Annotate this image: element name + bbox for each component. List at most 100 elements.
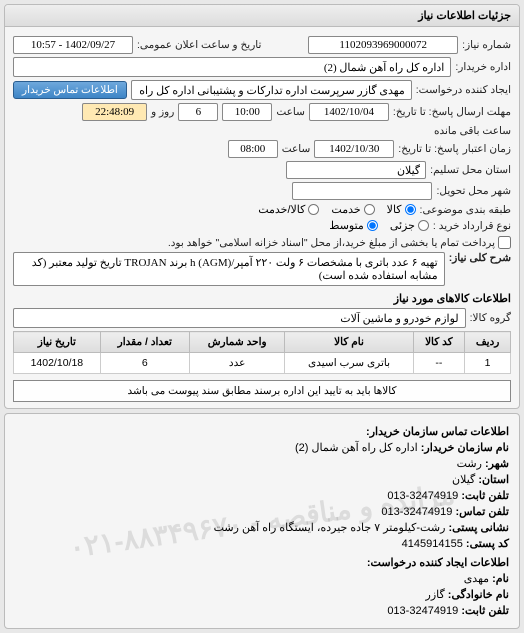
radio-service-label: خدمت <box>331 203 360 216</box>
goods-group-field[interactable] <box>13 308 466 328</box>
province-label: استان محل تسلیم: <box>430 164 511 176</box>
org-name-value: اداره کل راه آهن شمال (2) <box>295 442 418 454</box>
contact-fax: تلفن تماس: 32474919-013 <box>15 505 509 518</box>
row-need-number: شماره نیاز: تاریخ و ساعت اعلان عمومی: <box>13 36 511 54</box>
purchase-radio-group: جزئی متوسط <box>329 219 429 232</box>
radio-small-input[interactable] <box>418 220 429 231</box>
cell-code: -- <box>413 353 465 374</box>
req-name-value: مهدی <box>464 573 489 585</box>
contact-phone-label: تلفن ثابت: <box>461 490 509 502</box>
row-requester: ایجاد کننده درخواست: اطلاعات تماس خریدار <box>13 80 511 100</box>
row-purchase-agree: نوع قرارداد خرید : جزئی متوسط پرداخت تما… <box>13 219 511 249</box>
contact-buyer-button[interactable]: اطلاعات تماس خریدار <box>13 81 127 99</box>
th-qty: تعداد / مقدار <box>100 332 189 353</box>
panel-title: جزئیات اطلاعات نیاز <box>5 5 519 27</box>
purchase-note-text: پرداخت تمام یا بخشی از مبلغ خرید،از محل … <box>168 237 495 249</box>
day-and-label: روز و <box>151 106 174 118</box>
req-name-label: نام: <box>492 573 509 585</box>
radio-medium-input[interactable] <box>367 220 378 231</box>
purchase-note-checkbox[interactable] <box>498 236 511 249</box>
radio-service[interactable]: خدمت <box>331 203 374 216</box>
buyer-org-field[interactable] <box>13 57 451 77</box>
goods-group-label: گروه کالا: <box>470 312 511 324</box>
purchase-note-check[interactable]: پرداخت تمام یا بخشی از مبلغ خرید،از محل … <box>168 236 511 249</box>
contact-postcode-label: کد پستی: <box>466 538 509 550</box>
need-number-field[interactable] <box>308 36 458 54</box>
row-goods-group: گروه کالا: <box>13 308 511 328</box>
validity-date-field[interactable] <box>314 140 394 158</box>
deadline-date-field[interactable] <box>309 103 389 121</box>
contact-province-value: گیلان <box>452 474 475 486</box>
note-box: کالاها باید به تایید این اداره برسند مطا… <box>13 380 511 402</box>
row-deadline: مهلت ارسال پاسخ: تا تاریخ: ساعت روز و سا… <box>13 103 511 137</box>
contact-postal-label: نشانی پستی: <box>448 522 509 534</box>
contact-city-label: شهر: <box>485 458 509 470</box>
deadline-time-field[interactable] <box>222 103 272 121</box>
contact-org: نام سازمان خریدار: اداره کل راه آهن شمال… <box>15 441 509 454</box>
req-family-value: گازر <box>426 589 445 601</box>
radio-medium[interactable]: متوسط <box>329 219 378 232</box>
contact-section: ۰۲۱-۸۸۳۴۹۶۷۰ - مزایده و مناقصه اطلاعات ت… <box>4 413 520 629</box>
budget-radio-group: کالا خدمت کالا/خدمت <box>258 203 415 216</box>
remaining-label: ساعت باقی مانده <box>434 125 511 137</box>
req-phone-label: تلفن ثابت: <box>461 605 509 617</box>
requester-label: ایجاد کننده درخواست: <box>416 84 511 96</box>
row-general-title: شرح کلی نیاز: تهیه ۶ عدد باتری با مشخصات… <box>13 252 511 286</box>
general-title-field[interactable]: تهیه ۶ عدد باتری با مشخصات ۶ ولت ۲۲۰ آمپ… <box>13 252 445 286</box>
buyer-org-label: اداره خریدار: <box>455 61 511 73</box>
radio-service-input[interactable] <box>364 204 375 215</box>
th-date: تاریخ نیاز <box>14 332 101 353</box>
org-name-label: نام سازمان خریدار: <box>421 442 509 454</box>
cell-date: 1402/10/18 <box>14 353 101 374</box>
cell-name: باتری سرب اسیدی <box>285 353 413 374</box>
deadline-label: مهلت ارسال پاسخ: تا تاریخ: <box>393 106 511 118</box>
days-remaining-field[interactable] <box>178 103 218 121</box>
radio-medium-label: متوسط <box>329 219 364 232</box>
contact-postal: نشانی پستی: رشت-کیلومتر ۷ جاده جیرده، ای… <box>15 521 509 534</box>
contact-province-label: استان: <box>478 474 509 486</box>
radio-small[interactable]: جزئی <box>390 219 429 232</box>
radio-goods-service-label: کالا/خدمت <box>258 203 305 216</box>
contact-header: اطلاعات تماس سازمان خریدار: <box>15 425 509 438</box>
need-details-panel: جزئیات اطلاعات نیاز شماره نیاز: تاریخ و … <box>4 4 520 409</box>
announce-dt-label: تاریخ و ساعت اعلان عمومی: <box>137 39 261 51</box>
radio-goods-service[interactable]: کالا/خدمت <box>258 203 319 216</box>
city-label: شهر محل تحویل: <box>436 185 511 197</box>
contact-postal-value: رشت-کیلومتر ۷ جاده جیرده، ایستگاه راه آه… <box>214 522 446 534</box>
table-header-row: ردیف کد کالا نام کالا واحد شمارش تعداد /… <box>14 332 511 353</box>
validity-label: پاسخ: تا تاریخ: <box>398 143 458 155</box>
th-name: نام کالا <box>285 332 413 353</box>
contact-phone: تلفن ثابت: 32474919-013 <box>15 489 509 502</box>
need-number-label: شماره نیاز: <box>462 39 511 51</box>
radio-goods-input[interactable] <box>405 204 416 215</box>
th-unit: واحد شمارش <box>189 332 285 353</box>
contact-province: استان: گیلان <box>15 473 509 486</box>
table-row[interactable]: 1 -- باتری سرب اسیدی عدد 6 1402/10/18 <box>14 353 511 374</box>
th-idx: ردیف <box>465 332 511 353</box>
cell-idx: 1 <box>465 353 511 374</box>
requester-field[interactable] <box>131 80 412 100</box>
req-family-label: نام خانوادگی: <box>448 589 509 601</box>
req-family: نام خانوادگی: گازر <box>15 588 509 601</box>
time-label-2: ساعت <box>282 143 311 155</box>
requester-header: اطلاعات ایجاد کننده درخواست: <box>15 556 509 569</box>
budget-class-label: طبقه بندی موضوعی: <box>420 204 511 216</box>
contact-fax-label: تلفن تماس: <box>455 506 509 518</box>
goods-section-title: اطلاعات کالاهای مورد نیاز <box>13 292 511 305</box>
province-field[interactable] <box>286 161 426 179</box>
city-field[interactable] <box>292 182 432 200</box>
validity-time-field[interactable] <box>228 140 278 158</box>
contact-fax-value: 32474919-013 <box>381 506 452 518</box>
radio-goods[interactable]: کالا <box>387 203 416 216</box>
validity-prefix: زمان اعتبار <box>463 143 511 155</box>
row-buyer-org: اداره خریدار: <box>13 57 511 77</box>
req-phone: تلفن ثابت: 32474919-013 <box>15 604 509 617</box>
req-name: نام: مهدی <box>15 572 509 585</box>
radio-goods-label: کالا <box>387 203 402 216</box>
radio-goods-service-input[interactable] <box>308 204 319 215</box>
panel-body: شماره نیاز: تاریخ و ساعت اعلان عمومی: اد… <box>5 27 519 408</box>
row-validity: زمان اعتبار پاسخ: تا تاریخ: ساعت <box>13 140 511 158</box>
row-province: استان محل تسلیم: <box>13 161 511 179</box>
announce-dt-field[interactable] <box>13 36 133 54</box>
contact-postcode-value: 4145914155 <box>402 538 463 550</box>
